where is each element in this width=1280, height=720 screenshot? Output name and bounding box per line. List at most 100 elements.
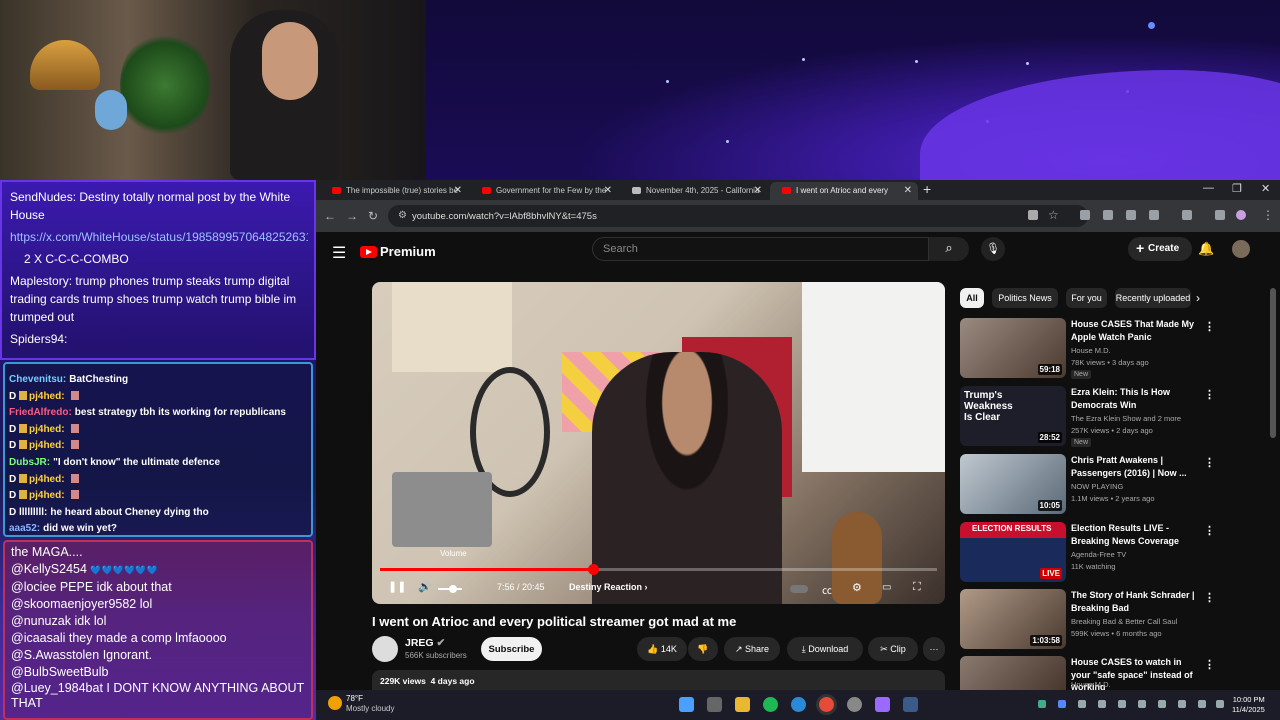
- tab-2[interactable]: Government for the Few by the ✕: [470, 182, 618, 200]
- spotify-icon[interactable]: [763, 697, 778, 712]
- site-info-icon[interactable]: ⚙: [398, 210, 407, 221]
- steam-icon[interactable]: [903, 697, 918, 712]
- chevron-right-icon[interactable]: ›: [1196, 291, 1200, 305]
- address-bar[interactable]: ⚙ youtube.com/watch?v=lAbf8bhvlNY&t=475s: [388, 205, 1088, 227]
- tray-icon[interactable]: [1098, 700, 1106, 708]
- new-tab-button[interactable]: +: [923, 181, 931, 197]
- tab-3[interactable]: November 4th, 2025 - California ✕: [620, 182, 768, 200]
- back-icon[interactable]: ←: [324, 209, 336, 223]
- install-icon[interactable]: [1028, 210, 1038, 220]
- search-button[interactable]: ⌕: [929, 237, 969, 261]
- settings-gear-icon[interactable]: ⚙: [852, 581, 862, 594]
- channel-name[interactable]: JREG ✔: [405, 637, 445, 649]
- wifi-icon[interactable]: [1178, 700, 1186, 708]
- progress-bar[interactable]: [380, 564, 937, 575]
- extension-icon[interactable]: [1103, 210, 1113, 220]
- pause-icon[interactable]: ❚❚: [388, 580, 406, 593]
- close-tab-icon[interactable]: ✕: [454, 185, 462, 196]
- extension-icon[interactable]: [1126, 210, 1136, 220]
- clip-button[interactable]: ✂ Clip: [868, 637, 918, 661]
- chapter-button[interactable]: Destiny Reaction ›: [569, 582, 648, 592]
- create-button[interactable]: + Create: [1128, 237, 1192, 261]
- chip-recently-uploaded[interactable]: Recently uploaded: [1115, 288, 1191, 308]
- search-input[interactable]: Search: [592, 237, 929, 261]
- more-actions-button[interactable]: ···: [923, 637, 945, 661]
- tray-icon[interactable]: [1058, 700, 1066, 708]
- thumbnail[interactable]: 59:18: [960, 318, 1066, 378]
- recommendation-item[interactable]: 10:05 Chris Pratt Awakens | Passengers (…: [960, 454, 1270, 516]
- file-explorer-icon[interactable]: [735, 697, 750, 712]
- extensions-puzzle-icon[interactable]: [1149, 210, 1159, 220]
- close-window-icon[interactable]: ✕: [1261, 182, 1270, 195]
- close-tab-icon[interactable]: ✕: [904, 185, 912, 196]
- bookmark-star-icon[interactable]: ☆: [1048, 208, 1059, 222]
- download-button[interactable]: ⤓ Download: [787, 637, 863, 661]
- app-icon[interactable]: [875, 697, 890, 712]
- media-icon[interactable]: [1215, 210, 1225, 220]
- voice-search-button[interactable]: 🎙: [981, 237, 1005, 261]
- like-button[interactable]: 👍 14K: [637, 637, 687, 661]
- thumbnail[interactable]: 1:03:58: [960, 589, 1066, 649]
- autoplay-toggle[interactable]: [790, 585, 808, 593]
- sidepanel-icon[interactable]: [1182, 210, 1192, 220]
- video-player[interactable]: Volume ❚❚ 🔊 7:56 / 20:45 Destiny Reactio…: [372, 282, 945, 604]
- channel-avatar[interactable]: [372, 636, 398, 662]
- tray-icon[interactable]: [1118, 700, 1126, 708]
- profile-icon[interactable]: [1236, 210, 1246, 220]
- recommendation-item[interactable]: House CASES to watch in your "safe space…: [960, 656, 1270, 690]
- more-options-icon[interactable]: ⋮: [1204, 388, 1215, 401]
- more-options-icon[interactable]: ⋮: [1204, 456, 1215, 469]
- captions-icon[interactable]: ㏄: [822, 582, 832, 597]
- tray-icon[interactable]: [1038, 700, 1046, 708]
- app-icon[interactable]: [847, 697, 862, 712]
- more-options-icon[interactable]: ⋮: [1204, 658, 1215, 671]
- more-options-icon[interactable]: ⋮: [1204, 591, 1215, 604]
- tray-icon[interactable]: [1078, 700, 1086, 708]
- hamburger-menu-icon[interactable]: ☰: [332, 243, 346, 263]
- extension-icon[interactable]: [1080, 210, 1090, 220]
- tray-icon[interactable]: [1138, 700, 1146, 708]
- battery-icon[interactable]: [1216, 700, 1224, 708]
- share-button[interactable]: ↗ Share: [724, 637, 780, 661]
- tray-icon[interactable]: [1158, 700, 1166, 708]
- chip-politics-news[interactable]: Politics News: [992, 288, 1058, 308]
- more-options-icon[interactable]: ⋮: [1204, 524, 1215, 537]
- dislike-button[interactable]: 👎: [688, 637, 718, 661]
- chrome-icon[interactable]: [819, 697, 834, 712]
- recommendation-item[interactable]: 59:18 House CASES That Made My Apple Wat…: [960, 318, 1270, 380]
- forward-icon[interactable]: →: [346, 209, 358, 223]
- description-box[interactable]: 229K views 4 days ago: [372, 670, 945, 690]
- reload-icon[interactable]: ↻: [368, 209, 378, 223]
- chip-for-you[interactable]: For you: [1066, 288, 1107, 308]
- subscribe-button[interactable]: Subscribe: [481, 637, 542, 661]
- tab-1[interactable]: The impossible (true) stories be ✕: [320, 182, 468, 200]
- recommendation-item[interactable]: ELECTION RESULTS LIVE Election Results LI…: [960, 522, 1270, 584]
- avatar[interactable]: [1232, 240, 1250, 258]
- clock[interactable]: 10:00 PM 11/4/2025: [1232, 695, 1265, 715]
- more-options-icon[interactable]: ⋮: [1204, 320, 1215, 333]
- volume-icon[interactable]: 🔊: [418, 580, 432, 593]
- notifications-bell-icon[interactable]: 🔔: [1198, 241, 1214, 257]
- weather-widget[interactable]: 78°F Mostly cloudy: [328, 694, 394, 714]
- close-tab-icon[interactable]: ✕: [604, 185, 612, 196]
- youtube-logo[interactable]: Premium: [360, 244, 436, 259]
- progress-scrubber[interactable]: [587, 564, 599, 575]
- close-tab-icon[interactable]: ✕: [754, 185, 762, 196]
- chat-link[interactable]: https://x.com/WhiteHouse/status/19858995…: [10, 228, 308, 246]
- recommendation-item[interactable]: 1:03:58 The Story of Hank Schrader | Bre…: [960, 589, 1270, 651]
- fullscreen-icon[interactable]: ⛶: [913, 581, 921, 594]
- start-icon[interactable]: [679, 697, 694, 712]
- recommendation-item[interactable]: Trump's Weakness Is Clear 28:52 Ezra Klei…: [960, 386, 1270, 448]
- task-view-icon[interactable]: [707, 697, 722, 712]
- thumbnail[interactable]: Trump's Weakness Is Clear 28:52: [960, 386, 1066, 446]
- kebab-menu-icon[interactable]: ⋮: [1262, 208, 1274, 222]
- maximize-icon[interactable]: ❐: [1232, 182, 1242, 195]
- chip-all[interactable]: All: [960, 288, 984, 308]
- thumbnail[interactable]: 10:05: [960, 454, 1066, 514]
- volume-tray-icon[interactable]: [1198, 700, 1206, 708]
- tab-active[interactable]: I went on Atrioc and every ✕: [770, 182, 918, 200]
- edge-icon[interactable]: [791, 697, 806, 712]
- minimize-icon[interactable]: —: [1203, 182, 1214, 194]
- scrollbar[interactable]: [1270, 288, 1276, 438]
- thumbnail[interactable]: ELECTION RESULTS LIVE: [960, 522, 1066, 582]
